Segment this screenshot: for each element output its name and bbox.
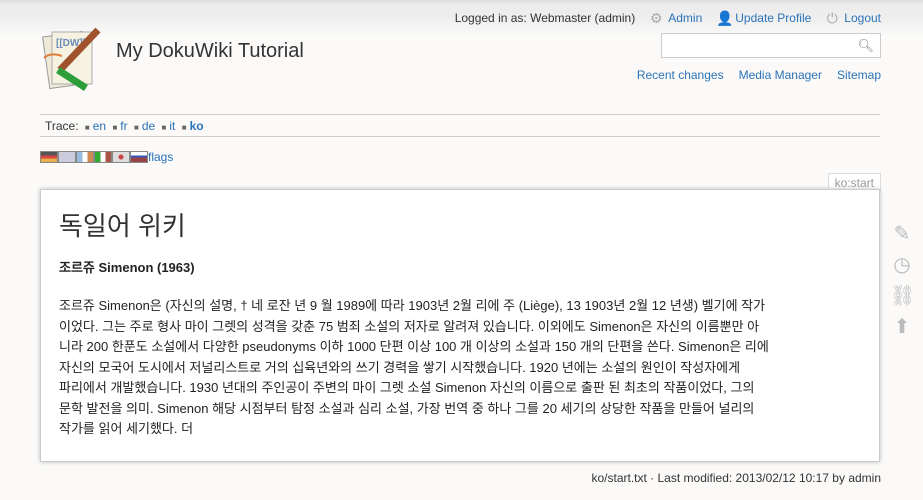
language-flags: flags bbox=[40, 150, 173, 164]
user-tools: Logged in as: Webmaster (admin) ⚙ Admin 👤… bbox=[455, 11, 881, 25]
flag-fr-icon[interactable] bbox=[76, 151, 94, 163]
divider bbox=[40, 136, 880, 137]
trace-en[interactable]: en bbox=[93, 119, 106, 133]
recent-changes-link[interactable]: Recent changes bbox=[637, 68, 724, 82]
last-modified: · Last modified: 2013/02/12 10:17 by adm… bbox=[646, 471, 881, 485]
flag-de-icon[interactable] bbox=[40, 151, 58, 163]
flag-ko-icon[interactable] bbox=[112, 151, 130, 163]
trace-fr[interactable]: fr bbox=[120, 119, 127, 133]
power-icon: ⏻ bbox=[826, 10, 838, 26]
update-profile-link[interactable]: Update Profile bbox=[735, 11, 811, 25]
breadcrumb: Trace: ■ en ■ fr ■ de ■ it ■ ko bbox=[45, 119, 204, 133]
page-heading: 독일어 위키 bbox=[59, 211, 186, 241]
trace-de[interactable]: de bbox=[142, 119, 155, 133]
page-paragraph: 조르쥬 Simenon은 (자신의 설명, † 네 로잔 년 9 월 1989에… bbox=[59, 298, 769, 436]
user-icon: 👤 bbox=[716, 10, 734, 26]
backlinks-chain-icon[interactable]: ⛓ bbox=[890, 284, 915, 308]
gear-icon: ⚙ bbox=[649, 10, 663, 26]
site-title[interactable]: My DokuWiki Tutorial bbox=[116, 40, 304, 63]
media-manager-link[interactable]: Media Manager bbox=[739, 68, 822, 82]
file-name: ko/start.txt bbox=[591, 471, 647, 485]
trace-it[interactable]: it bbox=[169, 119, 175, 133]
flag-it-icon[interactable] bbox=[94, 151, 112, 163]
sitemap-link[interactable]: Sitemap bbox=[837, 68, 881, 82]
page-tools: ✎ ◷ ⛓ ⬆ bbox=[890, 222, 915, 339]
flags-link[interactable]: flags bbox=[148, 150, 173, 164]
dokuwiki-logo[interactable]: [[DW]] bbox=[40, 26, 104, 92]
history-clock-icon[interactable]: ◷ bbox=[890, 253, 914, 277]
logout-link[interactable]: Logout bbox=[844, 11, 881, 25]
trace-ko[interactable]: ko bbox=[190, 119, 204, 133]
flag-en-icon[interactable] bbox=[58, 151, 76, 163]
search-icon[interactable]: 🔍︎ bbox=[857, 38, 874, 54]
admin-link[interactable]: Admin bbox=[668, 11, 702, 25]
doc-info: ko/start.txt · Last modified: 2013/02/12… bbox=[591, 471, 881, 485]
divider bbox=[40, 114, 880, 115]
back-to-top-arrow-icon[interactable]: ⬆ bbox=[890, 315, 914, 339]
search-input[interactable]: 🔍︎ bbox=[661, 33, 881, 58]
site-tools: Recent changes Media Manager Sitemap bbox=[637, 68, 881, 82]
logged-in-text: Logged in as: Webmaster (admin) bbox=[454, 11, 636, 25]
flag-ru-icon[interactable] bbox=[130, 151, 148, 163]
page-subheading: 조르쥬 Simenon (1963) bbox=[59, 260, 195, 275]
edit-pencil-icon[interactable]: ✎ bbox=[890, 222, 914, 246]
page-content: 독일어 위키 조르쥬 Simenon (1963) 조르쥬 Simenon은 (… bbox=[40, 189, 880, 462]
